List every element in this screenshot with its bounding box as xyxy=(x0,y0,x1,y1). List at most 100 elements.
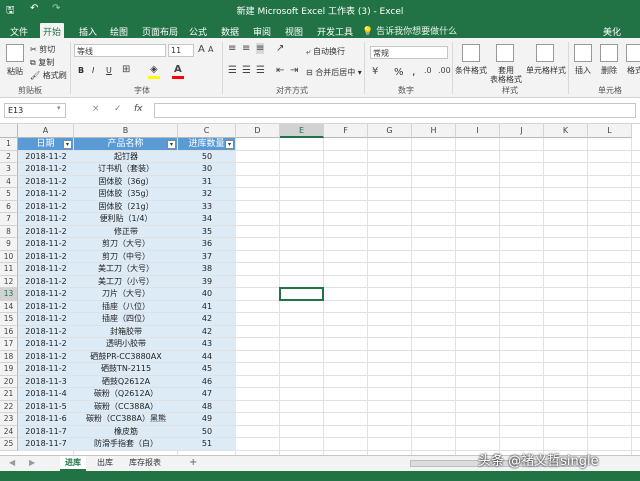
table-cell[interactable]: 2018-11-7 xyxy=(18,438,74,451)
row-header-9[interactable]: 9 xyxy=(0,238,18,251)
table-cell[interactable]: 2018-11-2 xyxy=(18,351,74,364)
sheet-tab-outbound[interactable]: 出库 xyxy=(92,456,118,471)
border-icon[interactable]: ⊞ xyxy=(122,64,130,75)
column-header-i[interactable]: I xyxy=(456,124,500,138)
row-header-13[interactable]: 13 xyxy=(0,288,18,301)
table-cell[interactable]: 防滑手指套（白） xyxy=(74,438,178,451)
table-cell[interactable]: 碳粉（CC388A）黑熊 xyxy=(74,413,178,426)
row-header-1[interactable]: 1 xyxy=(0,138,18,151)
row-header-10[interactable]: 10 xyxy=(0,250,18,263)
font-size-select[interactable]: 11 xyxy=(168,44,194,57)
table-cell[interactable]: 固体胶（35g） xyxy=(74,188,178,201)
decrease-decimal-icon[interactable]: .00 xyxy=(438,66,451,75)
tab-insert[interactable]: 插入 xyxy=(76,23,100,38)
table-cell[interactable]: 37 xyxy=(178,251,236,264)
table-cell[interactable]: 剪刀（大号） xyxy=(74,238,178,251)
table-cell[interactable]: 美工刀（大号） xyxy=(74,263,178,276)
copy-button[interactable]: ⧉ 复制 xyxy=(30,57,54,68)
table-cell[interactable]: 36 xyxy=(178,238,236,251)
shrink-font-icon[interactable]: A xyxy=(208,45,213,54)
column-header-b[interactable]: B xyxy=(74,124,178,138)
grow-font-icon[interactable]: A xyxy=(198,44,205,55)
row-header-15[interactable]: 15 xyxy=(0,313,18,326)
column-header-f[interactable]: F xyxy=(324,124,368,138)
sheet-tab-inbound[interactable]: 进库 xyxy=(60,456,86,471)
table-cell[interactable]: 起钉器 xyxy=(74,151,178,164)
italic-button[interactable]: I xyxy=(92,66,94,75)
column-header-l[interactable]: L xyxy=(588,124,632,138)
table-cell[interactable]: 2018-11-2 xyxy=(18,288,74,301)
row-header-4[interactable]: 4 xyxy=(0,175,18,188)
table-cell[interactable]: 48 xyxy=(178,401,236,414)
conditional-format-button[interactable]: 条件格式 xyxy=(455,65,487,76)
table-cell[interactable]: 2018-11-7 xyxy=(18,426,74,439)
column-header-d[interactable]: D xyxy=(236,124,280,138)
table-cell[interactable]: 剪刀（中号） xyxy=(74,251,178,264)
row-header-17[interactable]: 17 xyxy=(0,338,18,351)
filter-dropdown-icon[interactable]: ▾ xyxy=(63,140,72,149)
table-cell[interactable]: 刀片（大号） xyxy=(74,288,178,301)
cell-styles-button[interactable]: 单元格样式 xyxy=(526,65,566,76)
row-header-12[interactable]: 12 xyxy=(0,275,18,288)
select-all-corner[interactable] xyxy=(0,124,18,138)
row-header-8[interactable]: 8 xyxy=(0,225,18,238)
row-header-20[interactable]: 20 xyxy=(0,375,18,388)
column-header-a[interactable]: A xyxy=(18,124,74,138)
format-cells-button[interactable]: 格式 xyxy=(627,65,640,76)
scroll-sheets-right-icon[interactable]: ▶ xyxy=(24,456,40,471)
table-cell[interactable]: 40 xyxy=(178,288,236,301)
filter-dropdown-icon[interactable]: ▾ xyxy=(225,140,234,149)
table-cell[interactable]: 38 xyxy=(178,263,236,276)
table-cell[interactable]: 43 xyxy=(178,338,236,351)
currency-icon[interactable]: ¥ xyxy=(372,66,378,77)
indent-decrease-icon[interactable]: ⇤ xyxy=(276,65,284,76)
row-header-3[interactable]: 3 xyxy=(0,163,18,176)
table-cell[interactable]: 硒鼓TN-2115 xyxy=(74,363,178,376)
row-header-19[interactable]: 19 xyxy=(0,363,18,376)
table-cell[interactable]: 2018-11-2 xyxy=(18,338,74,351)
table-cell[interactable]: 美工刀（小号） xyxy=(74,276,178,289)
table-cell[interactable]: 34 xyxy=(178,213,236,226)
row-header-21[interactable]: 21 xyxy=(0,388,18,401)
row-header-16[interactable]: 16 xyxy=(0,325,18,338)
table-cell[interactable]: 2018-11-3 xyxy=(18,376,74,389)
format-painter-button[interactable]: 🖌 格式刷 xyxy=(30,70,67,81)
cell-styles-icon[interactable] xyxy=(536,44,554,62)
align-bottom-icon[interactable]: ≡ xyxy=(256,43,265,54)
format-cells-icon[interactable] xyxy=(626,44,640,62)
table-cell[interactable]: 2018-11-2 xyxy=(18,163,74,176)
table-cell[interactable]: 封箱胶带 xyxy=(74,326,178,339)
sheet-tab-inventory[interactable]: 库存报表 xyxy=(124,456,166,471)
table-cell[interactable]: 2018-11-2 xyxy=(18,313,74,326)
orientation-icon[interactable]: ↗ xyxy=(276,43,284,54)
table-cell[interactable]: 42 xyxy=(178,326,236,339)
format-table-icon[interactable] xyxy=(496,44,514,62)
name-box-dropdown-icon[interactable]: ▾ xyxy=(57,104,61,112)
table-cell[interactable]: 碳粉（CC388A） xyxy=(74,401,178,414)
tab-view[interactable]: 视图 xyxy=(282,23,306,38)
table-cell[interactable]: 32 xyxy=(178,188,236,201)
table-cell[interactable]: 2018-11-2 xyxy=(18,188,74,201)
column-header-c[interactable]: C xyxy=(178,124,236,138)
scroll-sheets-left-icon[interactable]: ◀ xyxy=(4,456,20,471)
table-cell[interactable]: 35 xyxy=(178,226,236,239)
merge-center-button[interactable]: ⊟ 合并后居中 ▾ xyxy=(306,67,362,78)
table-cell[interactable]: 49 xyxy=(178,413,236,426)
tab-formulas[interactable]: 公式 xyxy=(186,23,210,38)
add-sheet-button[interactable]: + xyxy=(184,456,202,471)
table-cell[interactable]: 碳粉（Q2612A） xyxy=(74,388,178,401)
table-cell[interactable]: 橡皮筋 xyxy=(74,426,178,439)
wrap-text-button[interactable]: ⤶ 自动换行 xyxy=(306,46,345,57)
row-header-23[interactable]: 23 xyxy=(0,413,18,426)
table-cell[interactable]: 47 xyxy=(178,388,236,401)
table-cell[interactable]: 2018-11-2 xyxy=(18,201,74,214)
paste-button[interactable]: 粘贴 xyxy=(7,66,23,77)
table-cell[interactable]: 硒鼓Q2612A xyxy=(74,376,178,389)
percent-button[interactable]: % xyxy=(394,67,404,78)
table-cell[interactable]: 订书机（套装） xyxy=(74,163,178,176)
row-header-18[interactable]: 18 xyxy=(0,350,18,363)
conditional-format-icon[interactable] xyxy=(462,44,480,62)
table-cell[interactable]: 2018-11-2 xyxy=(18,326,74,339)
table-cell[interactable]: 2018-11-4 xyxy=(18,388,74,401)
bold-button[interactable]: B xyxy=(78,66,84,75)
